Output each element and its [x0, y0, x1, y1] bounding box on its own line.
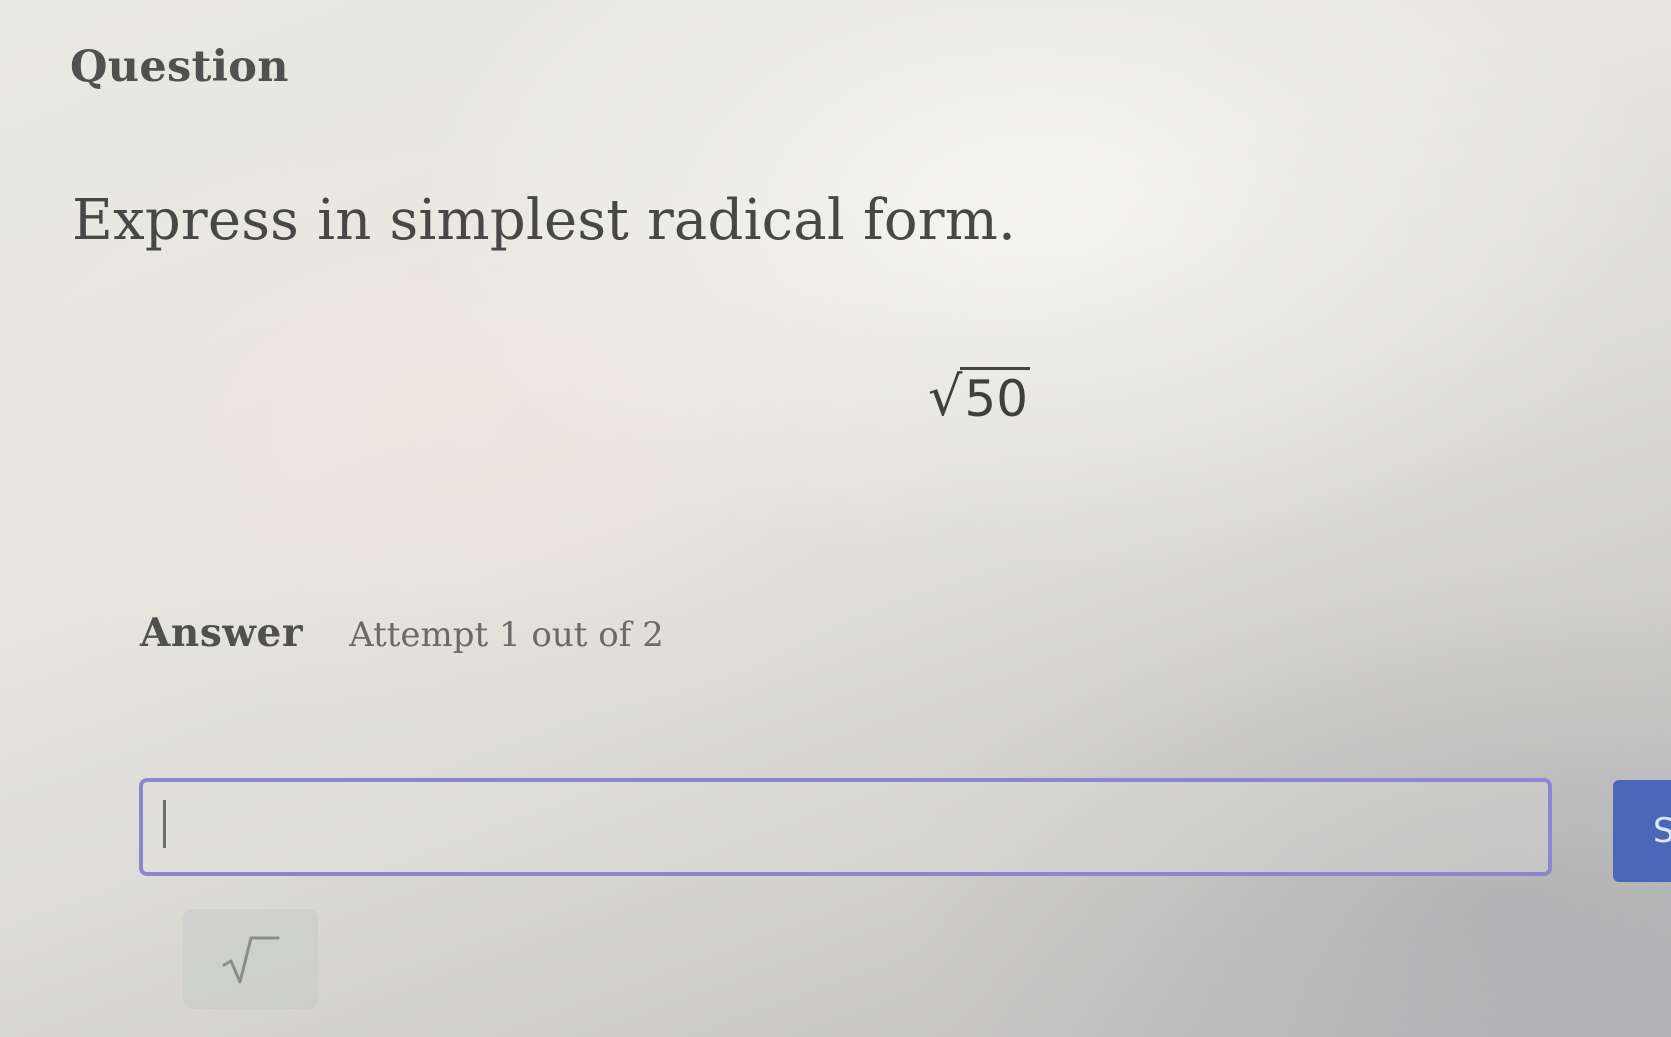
radicand: 50 [960, 367, 1031, 424]
attempt-counter: Attempt 1 out of 2 [349, 615, 664, 655]
square-root-icon [222, 936, 279, 984]
question-prompt: Express in simplest radical form. [72, 188, 1017, 253]
answer-label: Answer [140, 610, 304, 656]
text-caret [163, 800, 166, 848]
question-heading: Question [70, 42, 289, 92]
radical-sign: √ [928, 365, 963, 428]
answer-header: Answer Attempt 1 out of 2 [140, 610, 664, 656]
submit-button-label: S [1653, 811, 1671, 851]
sqrt-tool-button[interactable] [183, 909, 318, 1009]
answer-input[interactable] [139, 778, 1552, 876]
math-expression: √ 50 [928, 344, 1031, 428]
submit-button[interactable]: S [1613, 780, 1671, 882]
